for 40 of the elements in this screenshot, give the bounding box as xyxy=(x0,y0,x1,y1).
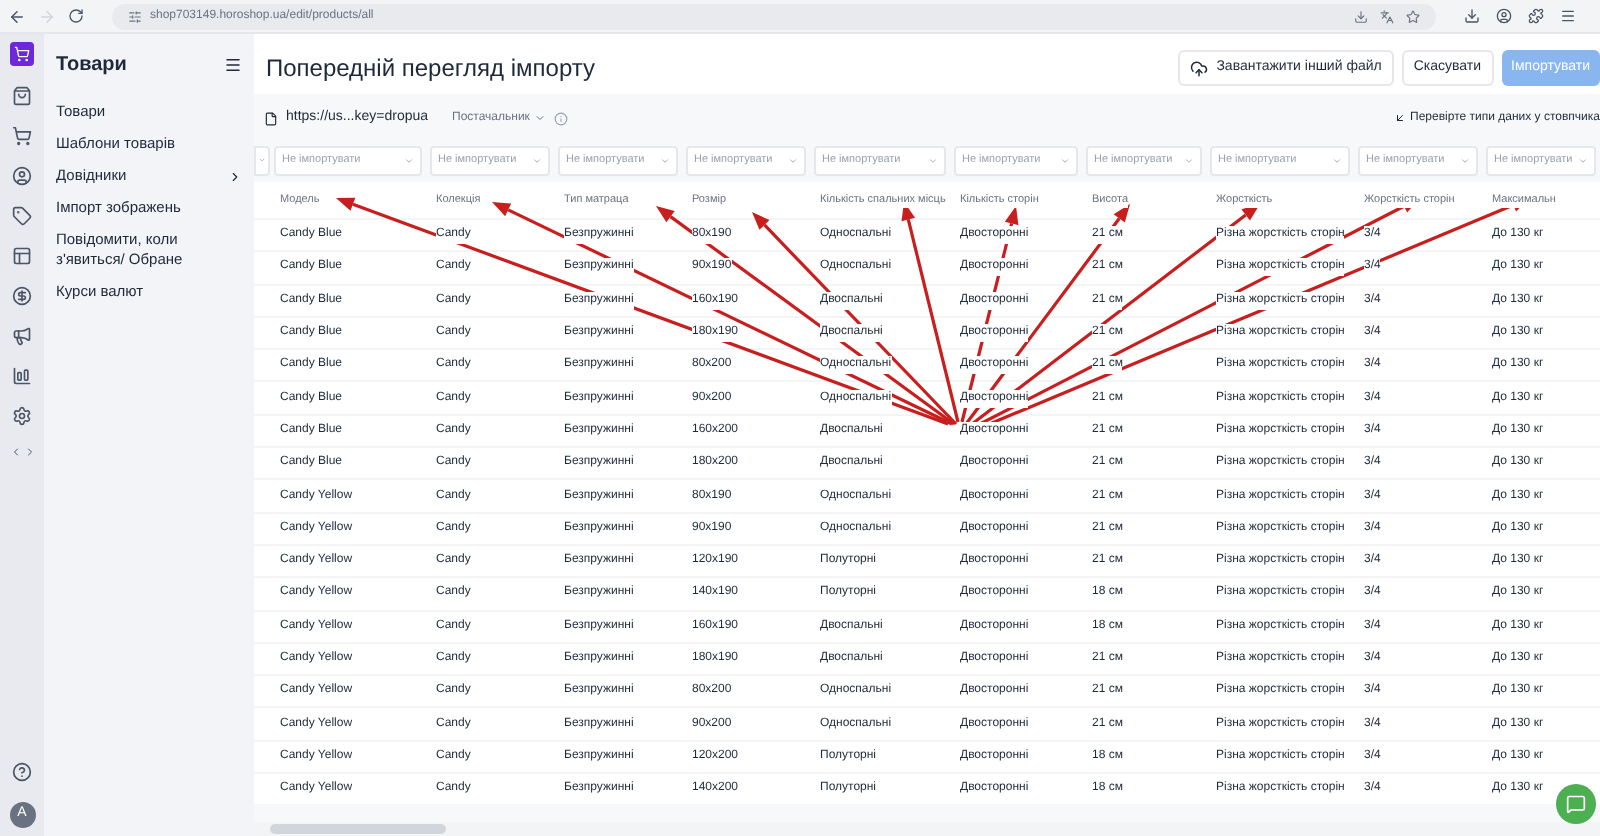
chevron-down-icon xyxy=(532,155,542,165)
chevron-down-icon xyxy=(788,155,798,165)
cloud-upload-icon xyxy=(1190,59,1209,77)
chevron-down-icon xyxy=(660,155,670,165)
chevron-down-icon xyxy=(533,112,546,124)
chevron-down-icon xyxy=(1578,155,1588,165)
translate-icon[interactable] xyxy=(1380,9,1394,23)
chevron-right-icon xyxy=(228,169,242,183)
horizontal-scrollbar[interactable] xyxy=(254,822,1600,836)
chevron-down-icon xyxy=(1184,155,1194,165)
cart-icon[interactable] xyxy=(12,126,32,146)
chevron-down-icon xyxy=(404,155,414,165)
settings-icon[interactable] xyxy=(12,406,32,426)
shop-logo-icon[interactable] xyxy=(10,42,34,66)
menu-icon[interactable] xyxy=(224,56,242,74)
chevron-down-icon xyxy=(1332,155,1342,165)
help-icon[interactable] xyxy=(12,762,32,782)
tag-icon[interactable] xyxy=(12,206,32,226)
reload-icon[interactable] xyxy=(68,8,84,24)
user-icon[interactable] xyxy=(12,166,32,186)
bag-icon[interactable] xyxy=(12,86,32,106)
sidebar-title: Товари xyxy=(56,52,127,80)
dollar-icon[interactable] xyxy=(12,286,32,306)
page-title: Попередній перегляд імпорту xyxy=(266,52,595,86)
chevron-down-icon xyxy=(928,155,938,165)
chevron-down-icon xyxy=(1460,155,1470,165)
chevron-down-icon xyxy=(1060,155,1070,165)
menu-icon[interactable] xyxy=(1560,8,1576,24)
profile-icon[interactable] xyxy=(1496,8,1512,24)
back-icon[interactable] xyxy=(8,7,26,25)
file-icon xyxy=(264,111,278,125)
megaphone-icon[interactable] xyxy=(12,326,32,346)
extensions-icon[interactable] xyxy=(1528,8,1544,24)
download-icon[interactable] xyxy=(1464,8,1480,24)
scrollbar-thumb[interactable] xyxy=(270,824,446,834)
site-settings-icon[interactable] xyxy=(128,9,142,23)
bookmark-star-icon[interactable] xyxy=(1406,9,1420,23)
chart-icon[interactable] xyxy=(12,366,32,386)
chat-icon xyxy=(1566,794,1586,814)
layout-icon[interactable] xyxy=(12,246,32,266)
